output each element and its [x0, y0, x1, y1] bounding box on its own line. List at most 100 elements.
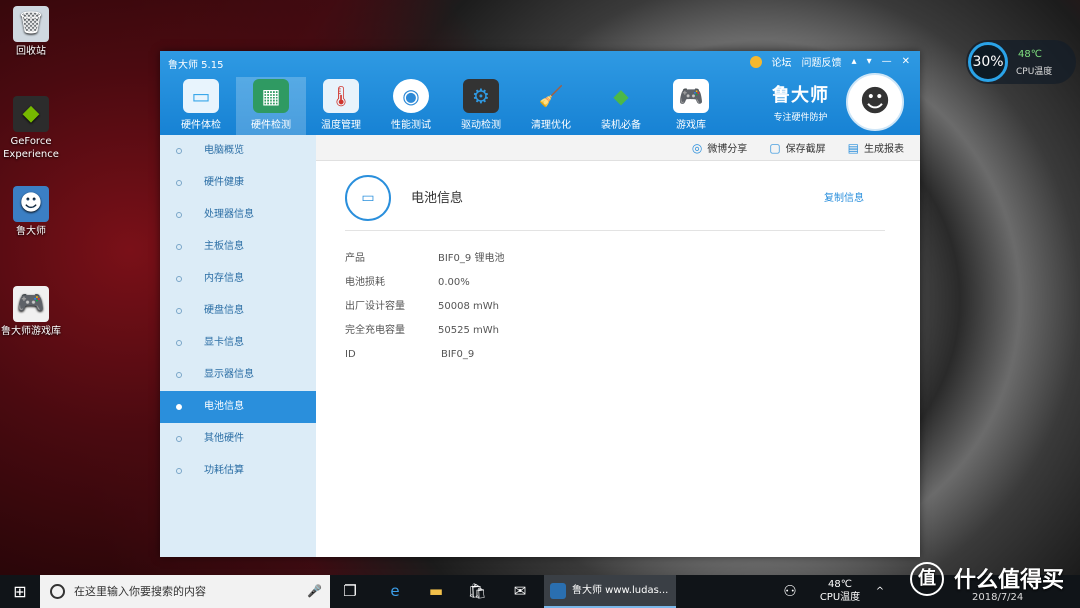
- sidebar-item-label: 内存信息: [204, 273, 244, 284]
- microphone-icon[interactable]: 🎤: [307, 575, 322, 608]
- tool-hardware-detect[interactable]: ▦ 硬件检测: [236, 77, 306, 135]
- bullet-icon: [176, 404, 182, 410]
- desktop-icon-geforce[interactable]: ◆ GeForce Experience: [0, 96, 62, 161]
- cpu-usage-ring: 30%: [968, 42, 1008, 82]
- people-icon[interactable]: ⚇: [770, 575, 810, 608]
- tool-label: 硬件检测: [251, 120, 291, 131]
- desktop-icon-ludashi-games[interactable]: 🎮 鲁大师游戏库: [0, 286, 62, 338]
- bullet-icon: [176, 308, 182, 314]
- brand-slogan: 专注硬件防护: [773, 113, 828, 123]
- gamepad-icon: 🎮: [13, 286, 49, 322]
- mail-icon[interactable]: ✉: [500, 575, 540, 608]
- cortana-icon: [50, 584, 65, 599]
- taskbar-search[interactable]: 在这里输入你要搜索的内容 🎤: [40, 575, 330, 608]
- tool-label: 清理优化: [531, 120, 571, 131]
- feedback-link[interactable]: 问题反馈: [802, 54, 842, 69]
- store-icon[interactable]: 🛍: [457, 575, 497, 608]
- task-view-icon[interactable]: ❐: [330, 575, 370, 608]
- medal-icon[interactable]: [749, 55, 762, 68]
- sidebar-item-overview[interactable]: 电脑概览: [160, 135, 316, 167]
- sidebar-item-disk[interactable]: 硬盘信息: [160, 295, 316, 327]
- tool-label: 游戏库: [676, 120, 706, 131]
- tool-driver[interactable]: ⚙ 驱动检测: [446, 77, 516, 135]
- window-header: 鲁大师 5.15 论坛 问题反馈 ▴ ▾ — ✕ ▭ 硬件体检 ▦ 硬件检测 🌡 温度…: [160, 51, 920, 135]
- desktop-icon-label: 鲁大师游戏库: [1, 326, 61, 337]
- tray-chevron-icon[interactable]: ^: [868, 575, 892, 608]
- section-title: 电池信息: [411, 191, 464, 206]
- action-label: 生成报表: [864, 144, 904, 155]
- tool-label: 硬件体检: [181, 120, 221, 131]
- edge-icon[interactable]: e: [375, 575, 415, 608]
- tool-essentials[interactable]: ◆ 装机必备: [586, 77, 656, 135]
- tool-temperature[interactable]: 🌡 温度管理: [306, 77, 376, 135]
- tool-hardware-checkup[interactable]: ▭ 硬件体检: [166, 77, 236, 135]
- info-key: 完全充电容量: [345, 325, 405, 336]
- brand-name: 鲁大师: [772, 85, 829, 106]
- menu-icon[interactable]: ▾: [867, 56, 872, 67]
- info-row: 完全充电容量 50525 mWh: [345, 319, 504, 343]
- battery-icon: ▭: [345, 175, 391, 221]
- sidebar-item-health[interactable]: 硬件健康: [160, 167, 316, 199]
- forum-link[interactable]: 论坛: [772, 54, 792, 69]
- weibo-share-button[interactable]: ◎ 微博分享: [691, 140, 748, 156]
- start-button[interactable]: ⊞: [0, 575, 40, 608]
- bullet-icon: [176, 372, 182, 378]
- tray-cpu-temp[interactable]: 48℃ CPU温度: [812, 578, 868, 604]
- gamepad-icon: 🎮: [673, 79, 709, 113]
- broom-icon: 🧹: [538, 84, 564, 108]
- ludashi-mini-icon: [550, 583, 566, 599]
- close-icon[interactable]: ✕: [902, 56, 910, 67]
- info-row: 出厂设计容量 50008 mWh: [345, 295, 504, 319]
- save-screenshot-button[interactable]: ▢ 保存截屏: [769, 140, 826, 156]
- bullet-icon: [176, 340, 182, 346]
- sidebar-item-label: 显示器信息: [204, 369, 254, 380]
- sidebar-item-other[interactable]: 其他硬件: [160, 423, 316, 455]
- sidebar-item-label: 硬盘信息: [204, 305, 244, 316]
- tool-cleanup[interactable]: 🧹 清理优化: [516, 77, 586, 135]
- sidebar-item-memory[interactable]: 内存信息: [160, 263, 316, 295]
- weibo-icon: ◎: [691, 140, 703, 155]
- tool-performance[interactable]: ◉ 性能测试: [376, 77, 446, 135]
- ludashi-avatar[interactable]: ☻: [846, 73, 904, 131]
- tool-label: 驱动检测: [461, 120, 501, 131]
- sidebar-item-cpu[interactable]: 处理器信息: [160, 199, 316, 231]
- info-value: BIF0_9 锂电池: [438, 253, 505, 264]
- monitor-icon: ▭: [183, 79, 219, 113]
- action-label: 保存截屏: [785, 144, 826, 155]
- bullet-icon: [176, 180, 182, 186]
- bullet-icon: [176, 468, 182, 474]
- sidebar-item-label: 显卡信息: [204, 337, 244, 348]
- info-value: 0.00%: [438, 277, 470, 288]
- info-value: 50525 mWh: [438, 325, 499, 336]
- search-placeholder: 在这里输入你要搜索的内容: [74, 585, 206, 598]
- sidebar-item-label: 功耗估算: [204, 465, 244, 476]
- sidebar-item-display[interactable]: 显示器信息: [160, 359, 316, 391]
- tray-temp-label: CPU温度: [819, 592, 861, 603]
- top-links: 论坛 问题反馈 ▴ ▾ — ✕: [749, 54, 910, 69]
- cpu-monitor-widget[interactable]: 30% 48℃ CPU温度: [966, 40, 1076, 84]
- tool-game-library[interactable]: 🎮 游戏库: [656, 77, 726, 135]
- circuit-board-icon: ▦: [253, 79, 289, 113]
- bullet-icon: [176, 276, 182, 282]
- desktop-icon-ludashi[interactable]: ☻ 鲁大师: [0, 186, 62, 238]
- speedometer-icon: ◉: [393, 79, 429, 113]
- action-bar: ◎ 微博分享 ▢ 保存截屏 ▤ 生成报表: [316, 135, 920, 161]
- info-key: 出厂设计容量: [345, 301, 405, 312]
- file-explorer-icon[interactable]: ▬: [416, 575, 456, 608]
- minimize-icon[interactable]: —: [882, 56, 892, 67]
- cpu-temp-value: 48℃: [1018, 49, 1042, 60]
- copy-info-link[interactable]: 复制信息: [824, 189, 864, 204]
- desktop-icon-recycle-bin[interactable]: 🗑 回收站: [0, 6, 62, 58]
- taskbar-app-ludashi[interactable]: 鲁大师 www.ludas...: [544, 575, 676, 608]
- generate-report-button[interactable]: ▤ 生成报表: [848, 140, 904, 156]
- sidebar-item-label: 处理器信息: [204, 209, 254, 220]
- ludashi-window: 鲁大师 5.15 论坛 问题反馈 ▴ ▾ — ✕ ▭ 硬件体检 ▦ 硬件检测 🌡 温度…: [160, 51, 920, 557]
- info-row: 产品 BIF0_9 锂电池: [345, 247, 504, 271]
- sidebar-item-motherboard[interactable]: 主板信息: [160, 231, 316, 263]
- sidebar-item-gpu[interactable]: 显卡信息: [160, 327, 316, 359]
- skin-icon[interactable]: ▴: [852, 56, 857, 67]
- gear-icon: ⚙: [463, 79, 499, 113]
- sidebar-item-battery[interactable]: 电池信息: [160, 391, 316, 423]
- sidebar-item-power[interactable]: 功耗估算: [160, 455, 316, 487]
- action-label: 微博分享: [707, 144, 748, 155]
